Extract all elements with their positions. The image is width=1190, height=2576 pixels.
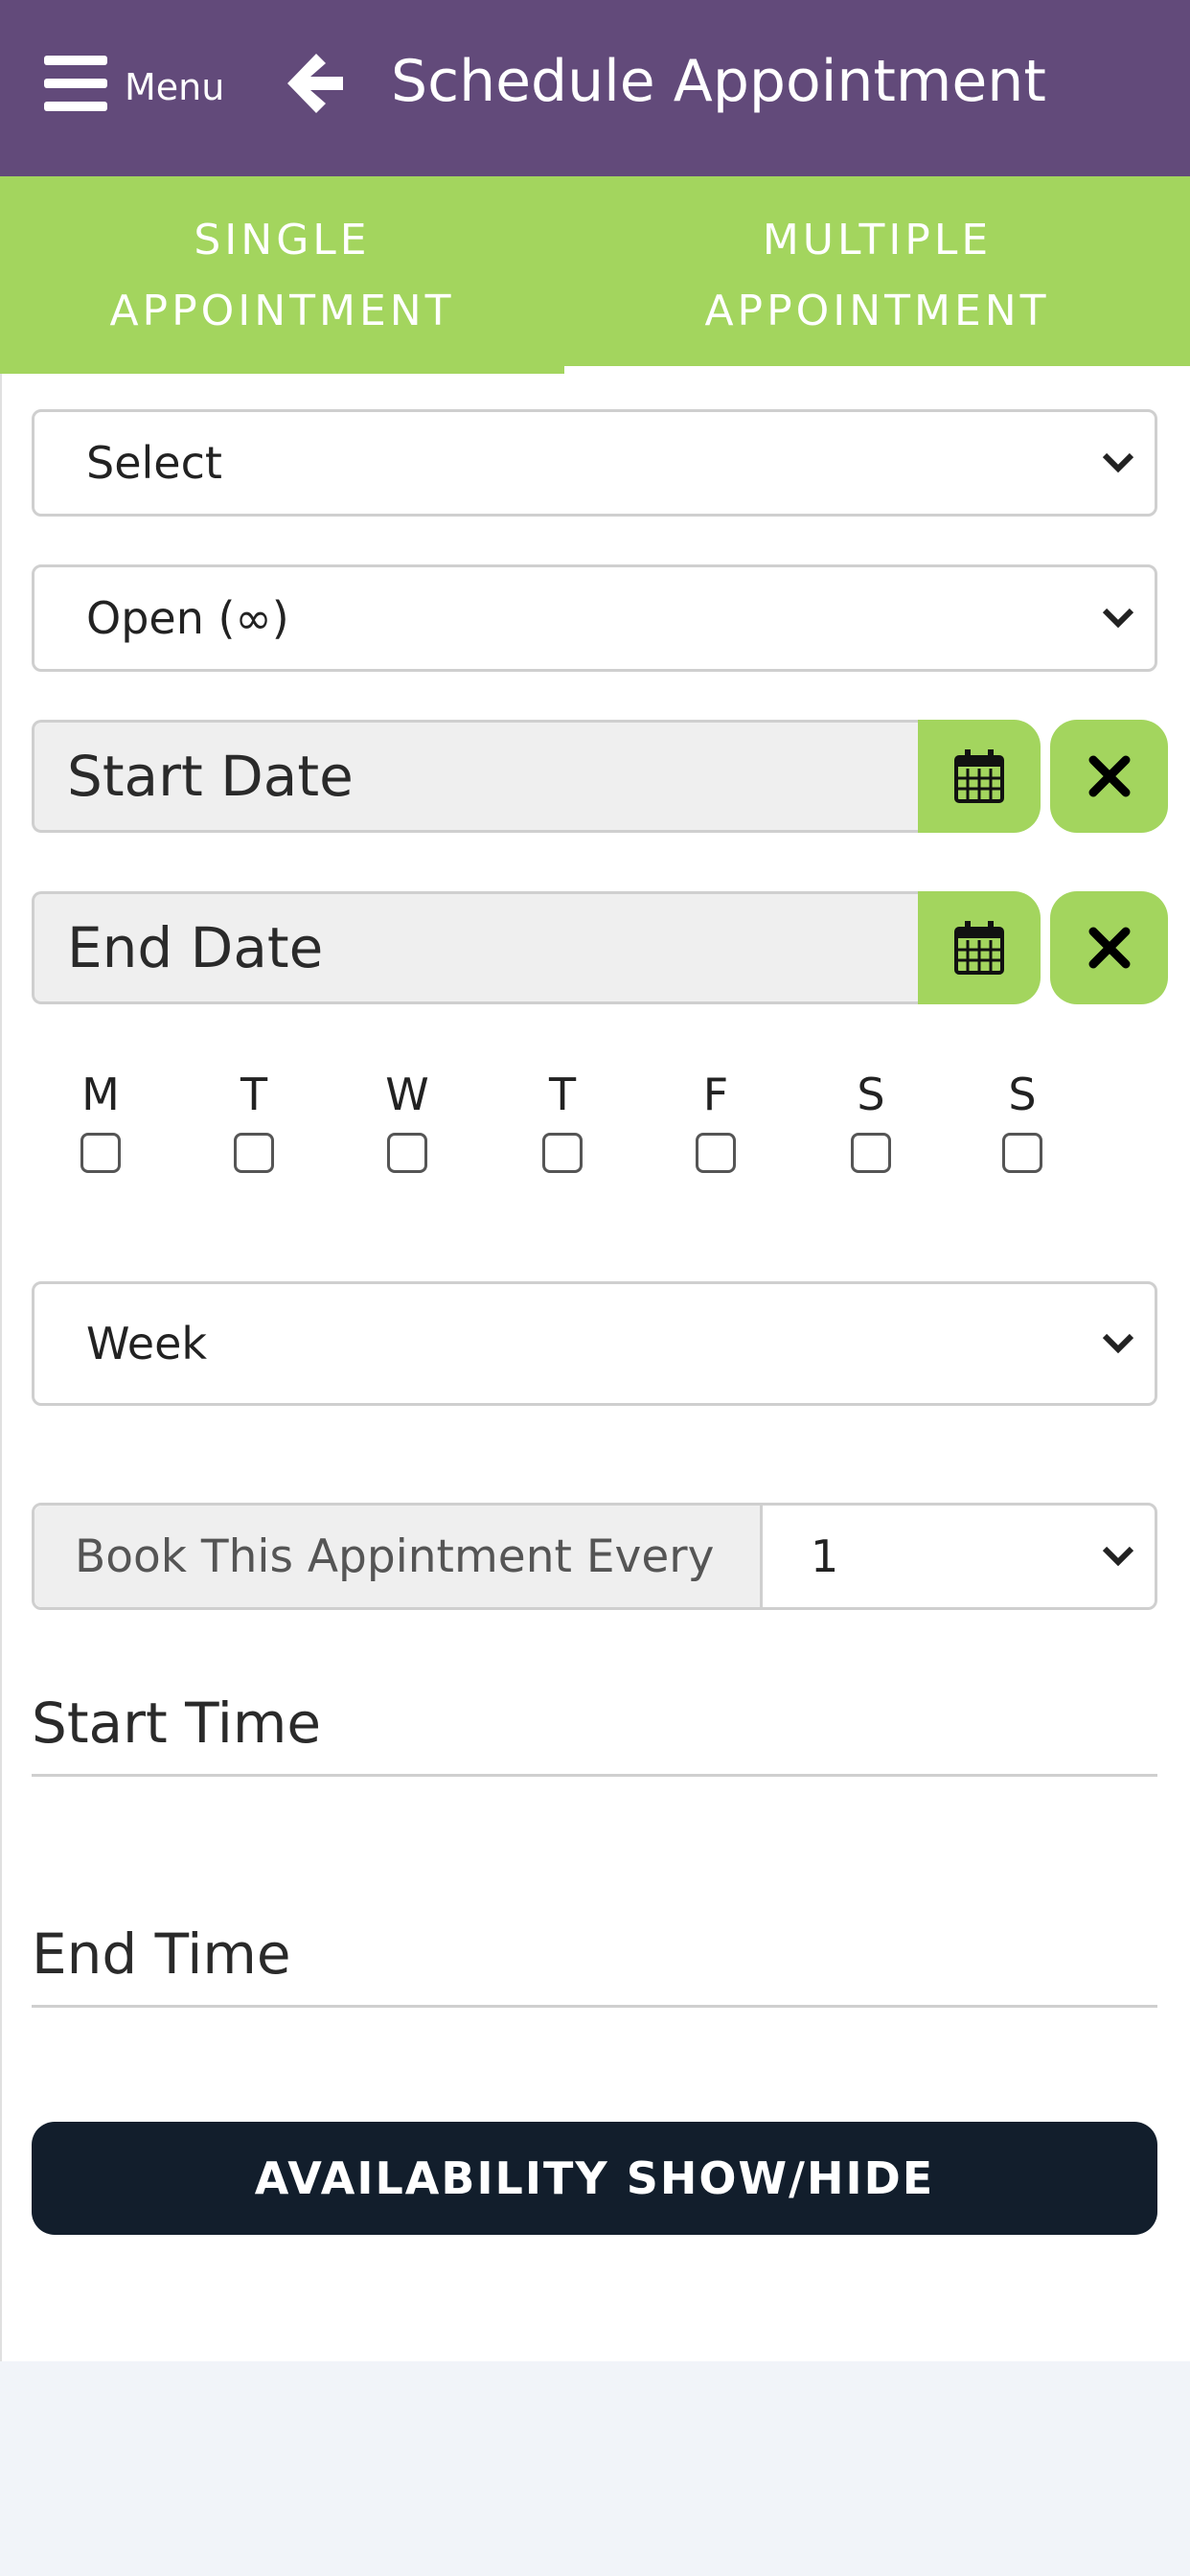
day-checkbox[interactable] — [234, 1133, 274, 1173]
arrow-left-icon[interactable] — [282, 50, 347, 117]
start-date-calendar-button[interactable] — [918, 720, 1041, 833]
day-checkbox[interactable] — [542, 1133, 583, 1173]
day-thursday: T — [524, 1064, 601, 1173]
app-header: Menu Schedule Appointment — [0, 0, 1190, 176]
end-date-field[interactable]: End Date — [32, 891, 918, 1004]
appointment-tabs: SINGLE APPOINTMENT MULTIPLE APPOINTMENT — [0, 176, 1190, 374]
type-select[interactable]: Select — [32, 409, 1157, 517]
close-icon — [1088, 927, 1130, 969]
day-label: F — [702, 1069, 729, 1120]
chevron-down-icon — [1102, 608, 1134, 629]
chevron-down-icon — [1102, 452, 1134, 473]
day-label: T — [548, 1069, 577, 1120]
day-monday: M — [62, 1064, 139, 1173]
day-sunday: S — [984, 1064, 1061, 1173]
tab-label-line2: APPOINTMENT — [109, 287, 455, 335]
day-label: W — [385, 1069, 429, 1120]
hamburger-icon — [44, 56, 107, 111]
end-date-calendar-button[interactable] — [918, 891, 1041, 1004]
book-every-value: 1 — [811, 1530, 839, 1582]
end-date-group: End Date — [32, 891, 1168, 1004]
close-icon — [1088, 755, 1130, 797]
calendar-icon — [954, 921, 1004, 975]
day-label: S — [857, 1069, 885, 1120]
day-checkbox[interactable] — [851, 1133, 891, 1173]
menu-button[interactable]: Menu — [44, 50, 224, 117]
recurrence-select[interactable]: Week — [32, 1281, 1157, 1406]
calendar-icon — [954, 749, 1004, 803]
active-tab-indicator — [564, 366, 1190, 374]
page-title: Schedule Appointment — [391, 48, 1046, 115]
start-time-field[interactable]: Start Time — [32, 1671, 1157, 1777]
day-checkbox[interactable] — [1002, 1133, 1042, 1173]
book-every-label: Book This Appintment Every — [34, 1506, 763, 1607]
day-friday: F — [677, 1064, 754, 1173]
day-checkbox[interactable] — [387, 1133, 427, 1173]
recurrence-select-value: Week — [86, 1318, 208, 1369]
tab-label-line2: APPOINTMENT — [704, 287, 1050, 335]
menu-label: Menu — [125, 66, 225, 108]
chevron-down-icon — [1102, 1333, 1134, 1354]
day-wednesday: W — [369, 1064, 446, 1173]
start-date-clear-button[interactable] — [1050, 720, 1168, 833]
day-tuesday: T — [216, 1064, 292, 1173]
tab-label-line1: SINGLE — [194, 216, 371, 264]
day-label: T — [240, 1069, 268, 1120]
start-date-group: Start Date — [32, 720, 1168, 833]
availability-toggle-button[interactable]: AVAILABILITY SHOW/HIDE — [32, 2122, 1157, 2235]
chevron-down-icon — [1102, 1546, 1134, 1567]
end-time-field[interactable]: End Time — [32, 1902, 1157, 2008]
book-every-group: Book This Appintment Every 1 — [32, 1503, 1157, 1610]
capacity-select[interactable]: Open (∞) — [32, 564, 1157, 672]
type-select-value: Select — [86, 437, 222, 489]
weekday-selector: M T W T F S S — [32, 1064, 1157, 1198]
capacity-select-value: Open (∞) — [86, 592, 289, 644]
start-date-field[interactable]: Start Date — [32, 720, 918, 833]
day-checkbox[interactable] — [80, 1133, 121, 1173]
book-every-select[interactable]: 1 — [763, 1506, 1155, 1607]
day-saturday: S — [833, 1064, 909, 1173]
tab-single-appointment[interactable]: SINGLE APPOINTMENT — [0, 176, 564, 374]
tab-multiple-appointment[interactable]: MULTIPLE APPOINTMENT — [564, 176, 1190, 374]
day-label: M — [81, 1069, 120, 1120]
end-date-clear-button[interactable] — [1050, 891, 1168, 1004]
day-label: S — [1008, 1069, 1037, 1120]
tab-label-line1: MULTIPLE — [762, 216, 993, 264]
day-checkbox[interactable] — [696, 1133, 736, 1173]
